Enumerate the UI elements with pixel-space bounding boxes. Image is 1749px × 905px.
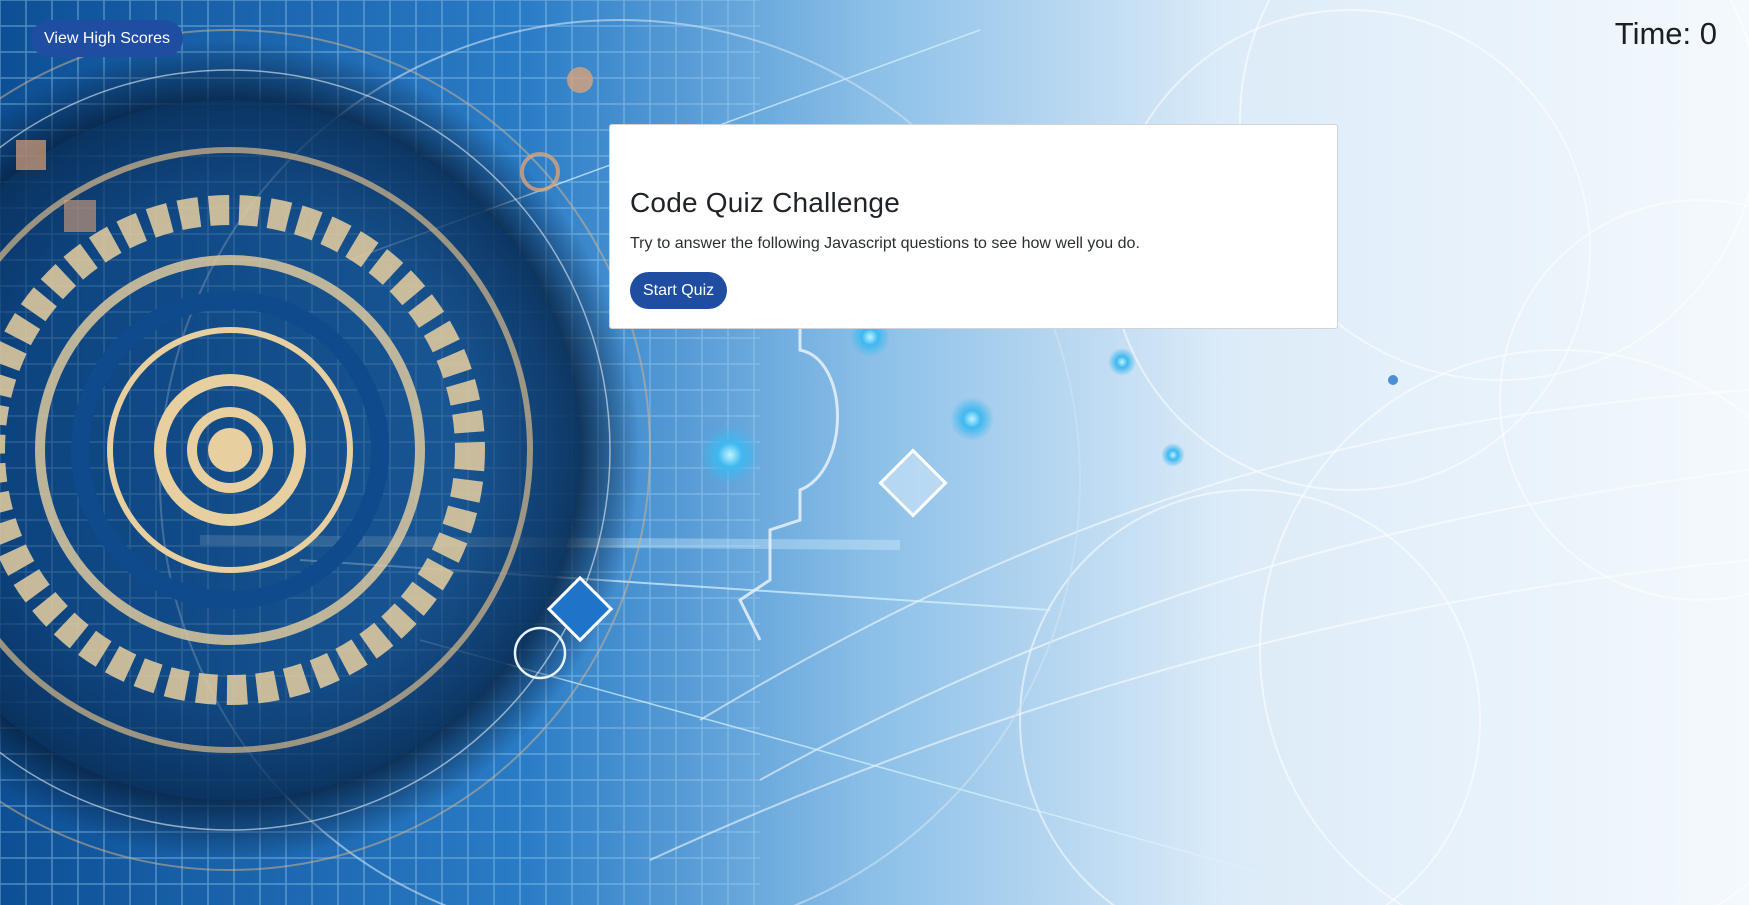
quiz-title: Code Quiz Challenge	[630, 187, 900, 218]
timer-display: Time: 0	[1614, 16, 1717, 51]
view-high-scores-button[interactable]: View High Scores	[31, 20, 183, 57]
quiz-description: Try to answer the following Javascript q…	[630, 235, 1140, 252]
start-quiz-button[interactable]: Start Quiz	[630, 272, 728, 309]
quiz-intro-card: Code Quiz Challenge Try to answer the fo…	[609, 124, 1338, 329]
